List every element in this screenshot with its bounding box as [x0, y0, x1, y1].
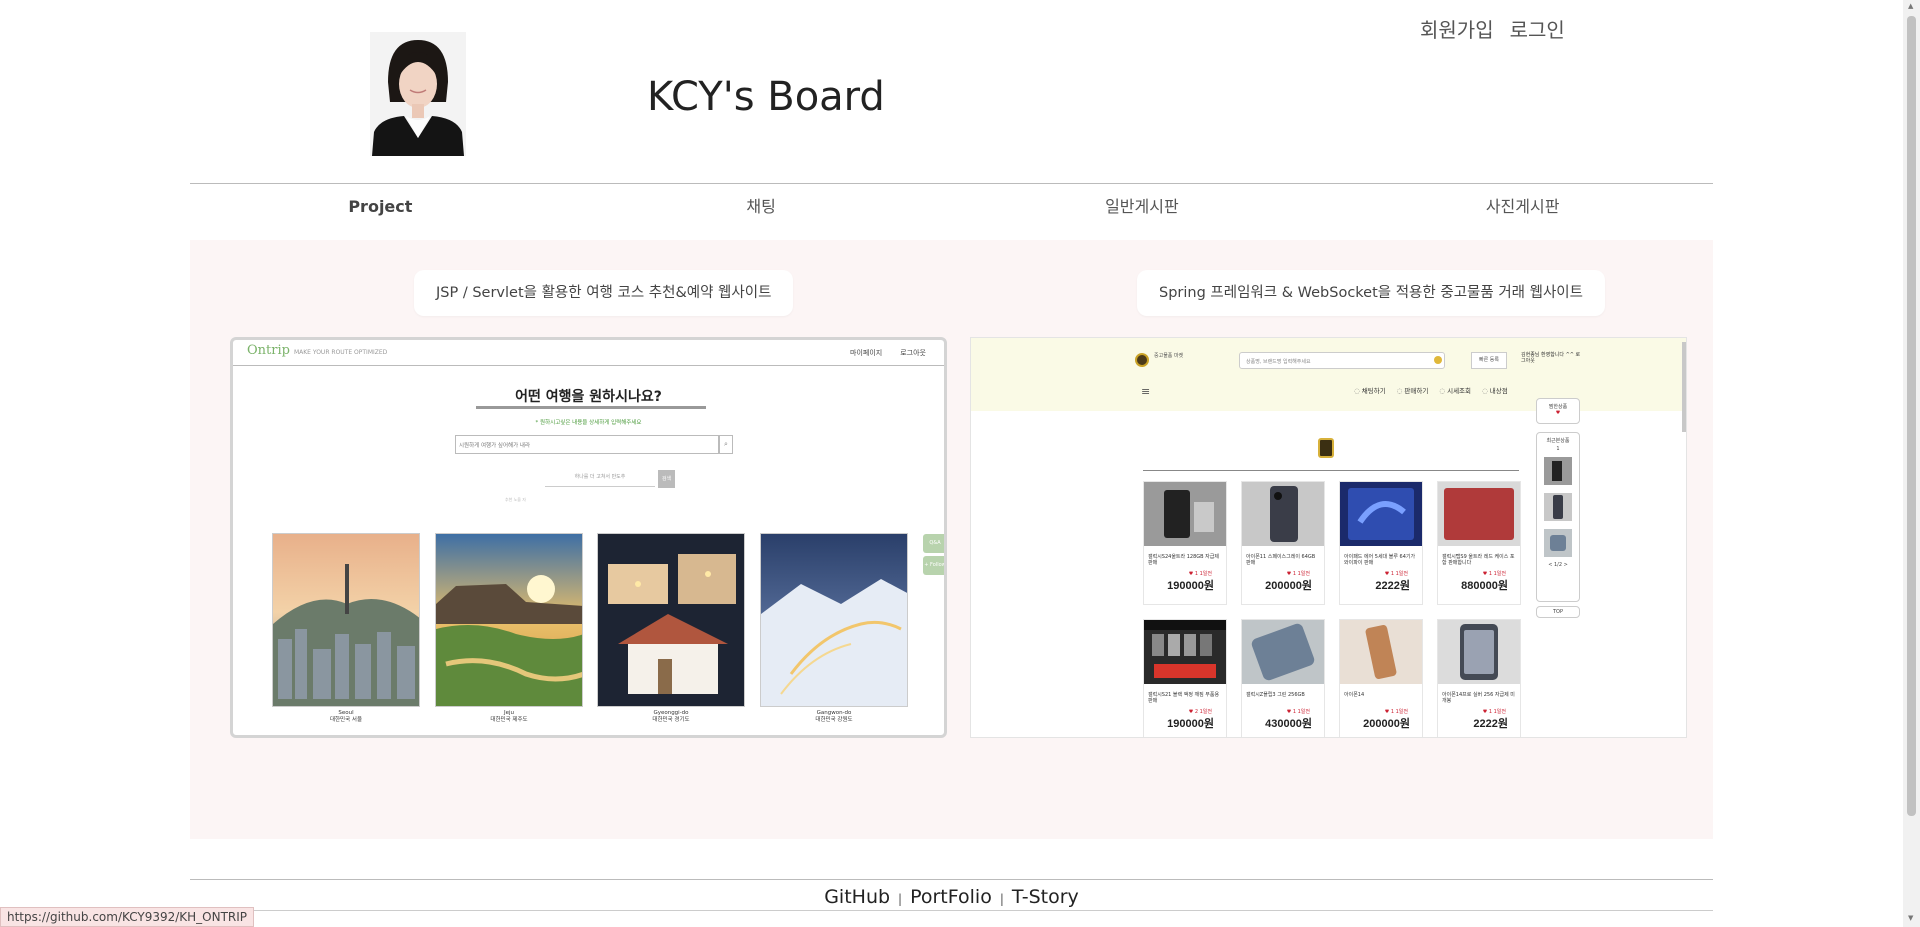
ontrip-sub-search: 하나를 더 고쳐서 만도추	[545, 473, 655, 487]
footer-separator: |	[898, 892, 903, 906]
search-icon	[1434, 356, 1442, 364]
product-card: 갤럭시Z플립3 그린 256GB ♥ 1 1일전 430000원	[1241, 619, 1325, 737]
market-nav-item: 판매하기	[1397, 385, 1428, 395]
destination-card	[435, 533, 583, 707]
hamburger-icon: ≡	[1141, 385, 1151, 398]
page: 회원가입 로그인 KCY's Board Project 채팅 일반게시판 사진…	[0, 0, 1920, 927]
ontrip-mypage: 마이페이지	[850, 349, 883, 357]
product-card: 아이폰14프로 실버 256 자급제 미개봉 ♥ 1 1일전 2222원	[1437, 619, 1521, 737]
projects-section: JSP / Servlet을 활용한 여행 코스 추천&예약 웹사이트 Spri…	[190, 240, 1713, 839]
ontrip-preview-link[interactable]: Ontrip MAKE YOUR ROUTE OPTIMIZED 마이페이지 로그…	[230, 337, 947, 738]
product-card: 갤럭시탭S9 울트라 레드 케이스 포함 판매합니다 ♥ 1 1일전 88000…	[1437, 481, 1521, 605]
product-card: 갤럭시S21 블랙 액정 깨짐 부품용 판매 ♥ 2 1일전 190000원	[1143, 619, 1227, 737]
nav-item-chat[interactable]: 채팅	[571, 184, 952, 239]
ontrip-logout: 로그아웃	[900, 349, 926, 357]
ontrip-search: 시원하게 여행가 싶어해가 내라	[455, 435, 719, 454]
market-nav-item: 시세조회	[1439, 385, 1471, 395]
product-card: 아이폰14 ♥ 1 1일전 200000원	[1339, 619, 1423, 737]
divider	[1143, 470, 1519, 471]
ontrip-underline	[476, 406, 706, 409]
portfolio-link[interactable]: PortFolio	[910, 886, 992, 908]
market-emblem-icon	[1318, 438, 1334, 458]
signup-link[interactable]: 회원가입	[1420, 14, 1494, 43]
product-card: 아이패드 에어 5세대 블루 64기가 와이파이 판매 ♥ 1 1일전 2222…	[1339, 481, 1423, 605]
ontrip-follow-button: + Follow	[923, 556, 944, 575]
tstory-link[interactable]: T-Story	[1012, 886, 1079, 908]
recent-items-widget: 최근본상품 1 < 1/2 >	[1536, 432, 1580, 602]
product-card: 아이폰11 스페이스그레이 64GB 판매 ♥ 1 1일전 200000원	[1241, 481, 1325, 605]
ontrip-hint: * 원하시고싶은 내용을 상세하게 입력해주세요	[535, 420, 642, 426]
market-search: 상품명, 브랜드명 입력해주세요	[1239, 352, 1445, 369]
scroll-up-icon[interactable]: ▲	[1908, 2, 1913, 10]
destination-card	[272, 533, 420, 707]
site-title: KCY's Board	[647, 74, 885, 120]
login-link[interactable]: 로그인	[1510, 14, 1565, 43]
destination-card	[760, 533, 908, 707]
profile-photo	[370, 32, 466, 156]
market-logo-text: 중고물품 마켓	[1154, 353, 1184, 359]
project-title-market: Spring 프레임워크 & WebSocket을 적용한 중고물품 거래 웹사…	[1137, 270, 1605, 316]
destination-caption: Gangwon-do 대한민국 강원도	[815, 710, 853, 723]
top-button: TOP	[1536, 606, 1580, 618]
ontrip-menu: 마이페이지 로그아웃	[850, 348, 926, 358]
market-logo-icon	[1135, 353, 1149, 367]
project-title-ontrip: JSP / Servlet을 활용한 여행 코스 추천&예약 웹사이트	[414, 270, 794, 316]
ontrip-qna-button: Q&A	[923, 534, 944, 553]
page-scrollbar[interactable]: ▲ ▼	[1903, 0, 1920, 927]
ontrip-question: 어떤 여행을 원하시나요?	[515, 389, 662, 405]
ontrip-logo: Ontrip MAKE YOUR ROUTE OPTIMIZED	[247, 343, 388, 358]
destination-caption: Seoul 대한민국 서울	[329, 710, 363, 723]
market-nav-item: 채팅하기	[1354, 385, 1386, 395]
ontrip-header: Ontrip MAKE YOUR ROUTE OPTIMIZED 마이페이지 로그…	[233, 340, 944, 366]
scroll-down-icon[interactable]: ▼	[1908, 914, 1913, 922]
nav-item-photo-board[interactable]: 사진게시판	[1332, 184, 1713, 239]
market-nav: 채팅하기 판매하기 시세조회 내상점	[1354, 385, 1508, 395]
footer-separator: |	[999, 892, 1004, 906]
footer: GitHub | PortFolio | T-Story	[190, 879, 1713, 911]
destination-caption: Jeju 대한민국 제주도	[490, 710, 528, 723]
destination-card	[597, 533, 745, 707]
wishlist-widget: 찜한상품 ♥	[1536, 398, 1580, 424]
auth-links: 회원가입 로그인	[1420, 14, 1565, 43]
destination-caption: Gyeonggi-do 대한민국 경기도	[652, 710, 690, 723]
market-user-text: 김현종님 환영합니다 ^^ 로그아웃	[1521, 352, 1581, 364]
market-quick-button: 빠른 등록	[1471, 352, 1507, 369]
nav-item-general-board[interactable]: 일반게시판	[952, 184, 1333, 239]
search-icon: ⌕	[719, 435, 733, 454]
nav-item-project[interactable]: Project	[190, 184, 571, 239]
ontrip-tiny-text: 추천 노을 자	[505, 497, 526, 502]
ontrip-sub-button: 검색	[658, 470, 675, 488]
status-bar-url: https://github.com/KCY9392/KH_ONTRIP	[0, 907, 255, 927]
scroll-thumb[interactable]	[1907, 16, 1916, 816]
preview-scrollbar	[1682, 342, 1686, 432]
github-link[interactable]: GitHub	[824, 886, 890, 908]
market-preview-link[interactable]: 중고물품 마켓 상품명, 브랜드명 입력해주세요 빠른 등록 김현종님 환영합니…	[970, 337, 1687, 738]
main-nav: Project 채팅 일반게시판 사진게시판	[190, 183, 1713, 239]
market-nav-item: 내상점	[1482, 385, 1508, 395]
heart-icon: ♥	[1555, 410, 1561, 416]
product-card: 갤럭시S24울트라 128GB 자급제 판매 ♥ 1 1일전 190000원	[1143, 481, 1227, 605]
